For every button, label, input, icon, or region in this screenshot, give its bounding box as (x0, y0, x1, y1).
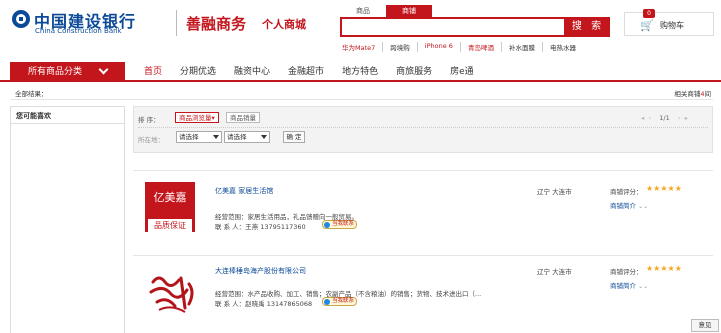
hot-word-link[interactable]: 华为Mate7 (342, 42, 382, 52)
brand-divider (176, 10, 177, 36)
shop-logo-tagline: 品质保证 (148, 219, 192, 232)
first-page-icon[interactable]: ◂ (641, 114, 644, 122)
shop-rating-stars: ★ ★ ★ ★ ★ (646, 265, 682, 273)
shop-location: 辽宁 大连市 (537, 268, 572, 276)
nav-item-local-specialties[interactable]: 地方特色 (333, 62, 387, 80)
shop-rating-stars: ★ ★ ★ ★ ★ (646, 185, 682, 193)
star-icon: ★ (667, 184, 675, 193)
shop-contact: 联 系 人：赵晓禹 13147865068 (215, 300, 313, 308)
star-icon: ★ (653, 184, 661, 193)
star-icon: ★ (660, 184, 668, 193)
province-select[interactable]: 请选择 (176, 131, 222, 143)
main-nav: 首页 分期优选 融资中心 金融超市 地方特色 商旅服务 房e通 (135, 62, 483, 80)
search-tab-products[interactable]: 商品 (340, 5, 386, 17)
shop-logo[interactable] (145, 270, 200, 315)
double-chevron-down-icon: ⌄⌄ (638, 283, 649, 290)
ccb-logo-icon[interactable] (12, 10, 30, 28)
hot-word-link[interactable]: 跨境购 (382, 42, 417, 52)
sidebar-title: 您可能喜欢 (16, 112, 51, 120)
prev-page-icon[interactable]: ‹ (648, 114, 651, 122)
city-select[interactable]: 请选择 (224, 131, 270, 143)
double-chevron-down-icon: ⌄⌄ (638, 203, 649, 210)
star-icon: ★ (674, 264, 682, 273)
shop-name-link[interactable]: 大连棒棰岛海产股份有限公司 (215, 266, 306, 276)
shop-intro-label: 商铺简介 (610, 202, 636, 210)
hot-word-link[interactable]: iPhone 6 (416, 42, 460, 52)
cart-count-badge: 0 (643, 9, 655, 18)
search-tabs: 商品 商铺 (340, 5, 432, 17)
caret-down-icon: ▾ (211, 114, 215, 122)
sort-by-sales-button[interactable]: 商品销量 (226, 112, 260, 123)
star-icon: ★ (646, 264, 654, 273)
star-icon: ★ (653, 264, 661, 273)
breadcrumb: 全部结果： (15, 90, 48, 98)
nav-item-finance-market[interactable]: 金融超市 (279, 62, 333, 80)
shop-contact: 联 系 人：王燕 13795117360 (215, 223, 306, 231)
shop-logo-text: 亿美嘉 (153, 191, 187, 204)
sidebar (10, 106, 125, 333)
next-page-icon[interactable]: › (678, 114, 681, 122)
pager: ◂ ‹ 1/1 › ▸ (641, 114, 688, 122)
filter-panel (133, 106, 713, 153)
page-indicator: 1/1 (659, 114, 670, 122)
nav-item-housing[interactable]: 房e通 (441, 62, 483, 80)
hot-word-link[interactable]: 补水面膜 (500, 42, 542, 52)
location-label: 所在地： (138, 136, 164, 144)
result-count: 相关商铺4间 (674, 88, 711, 98)
contact-seller-badge[interactable]: 当我联系 (322, 220, 358, 229)
hot-word-link[interactable]: 电热水器 (541, 42, 583, 52)
all-categories-button[interactable]: 所有商品分类 (10, 62, 125, 82)
sort-by-views-label: 商品浏览量 (179, 114, 212, 122)
bank-name-en: China Construction Bank (35, 27, 122, 35)
nav-item-installments[interactable]: 分期优选 (171, 62, 225, 80)
sort-by-views-button[interactable]: 商品浏览量▾ (175, 112, 219, 123)
confirm-button[interactable]: 确 定 (283, 131, 305, 143)
shop-rating-label: 商铺评分： (610, 188, 643, 196)
shop-location: 辽宁 大连市 (537, 188, 572, 196)
star-icon: ★ (674, 184, 682, 193)
shop-separator (133, 170, 713, 171)
breadcrumb-bar (10, 86, 713, 100)
sidebar-divider (10, 123, 125, 124)
contact-seller-badge[interactable]: 当我联系 (322, 297, 358, 306)
sort-label: 排 序： (138, 116, 160, 124)
shop-separator (133, 255, 713, 256)
shop-name-link[interactable]: 亿美嘉 家居生活馆 (215, 186, 273, 196)
nav-item-financing[interactable]: 融资中心 (225, 62, 279, 80)
search-input[interactable] (340, 17, 566, 37)
star-icon: ★ (646, 184, 654, 193)
shop-intro-link[interactable]: 商铺简介 ⌄⌄ (610, 200, 648, 210)
nav-item-home[interactable]: 首页 (135, 62, 171, 80)
nav-item-travel-services[interactable]: 商旅服务 (387, 62, 441, 80)
feedback-button[interactable]: 意见 (691, 319, 719, 332)
hot-search-words: 华为Mate7 跨境购 iPhone 6 青岛啤酒 补水面膜 电热水器 (342, 42, 583, 52)
search-tab-shops[interactable]: 商铺 (386, 5, 432, 17)
result-count-prefix: 相关商铺 (674, 90, 701, 98)
brand-subtitle: 个人商城 (262, 18, 306, 31)
cart-label[interactable]: 购物车 (660, 20, 684, 31)
result-count-suffix: 间 (704, 90, 712, 98)
search-button[interactable]: 搜 索 (566, 17, 610, 37)
hot-word-link[interactable]: 青岛啤酒 (459, 42, 501, 52)
filter-divider (138, 127, 708, 128)
shop-intro-label: 商铺简介 (610, 282, 636, 290)
brand-title[interactable]: 善融商务 (186, 13, 246, 34)
last-page-icon[interactable]: ▸ (685, 114, 688, 122)
star-icon: ★ (660, 264, 668, 273)
shop-rating-label: 商铺评分： (610, 268, 643, 276)
star-icon: ★ (667, 264, 675, 273)
shopping-cart-icon: 🛒 (640, 19, 654, 32)
shop-intro-link[interactable]: 商铺简介 ⌄⌄ (610, 280, 648, 290)
